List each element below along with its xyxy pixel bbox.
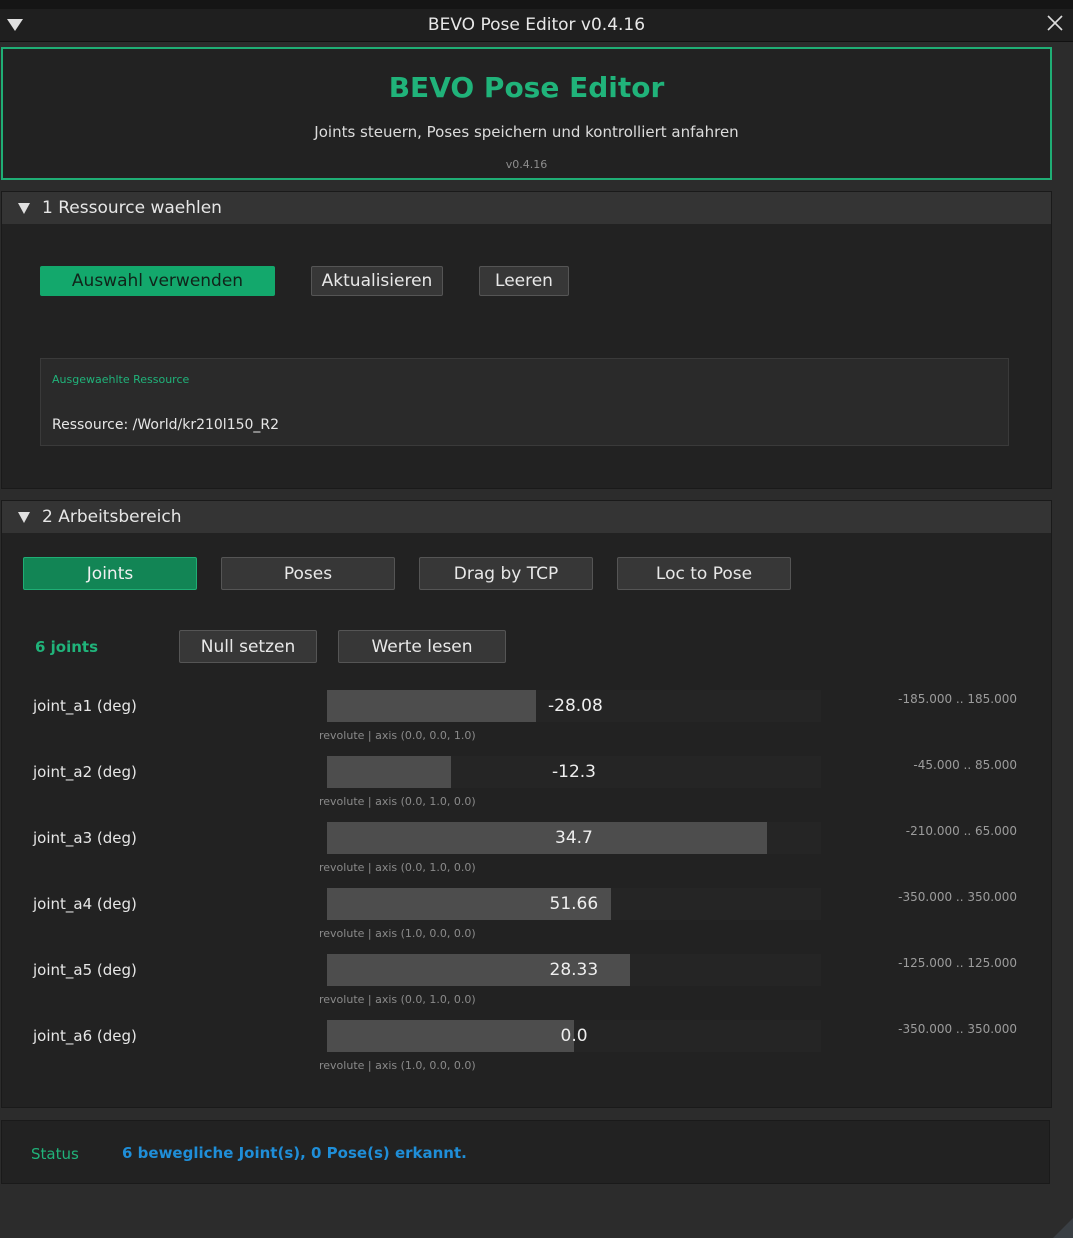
joint-range: -45.000 .. 85.000	[913, 758, 1017, 772]
tab-joints[interactable]: Joints	[23, 557, 197, 590]
joint-value: 28.33	[549, 960, 599, 980]
joint-info: revolute | axis (0.0, 0.0, 1.0)	[319, 729, 476, 742]
selected-resource-value: Ressource: /World/kr210l150_R2	[52, 417, 280, 433]
window-title: BEVO Pose Editor v0.4.16	[427, 15, 646, 35]
tab-poses[interactable]: Poses	[221, 557, 395, 590]
joint-slider-fill	[327, 1020, 574, 1052]
joint-info: revolute | axis (0.0, 1.0, 0.0)	[319, 861, 476, 874]
header-panel: BEVO Pose Editor Joints steuern, Poses s…	[1, 47, 1052, 180]
joint-slider[interactable]: 0.0	[327, 1020, 821, 1052]
app-subtitle: Joints steuern, Poses speichern und kont…	[314, 123, 739, 141]
close-icon[interactable]	[1046, 14, 1064, 32]
read-values-button[interactable]: Werte lesen	[338, 630, 506, 663]
joint-label: joint_a6 (deg)	[33, 1027, 137, 1045]
joint-label: joint_a4 (deg)	[33, 895, 137, 913]
use-selection-button[interactable]: Auswahl verwenden	[40, 266, 275, 296]
joint-slider-fill	[327, 756, 451, 788]
joint-label: joint_a5 (deg)	[33, 961, 137, 979]
joint-range: -350.000 .. 350.000	[898, 1022, 1017, 1036]
section-workspace: 2 Arbeitsbereich	[1, 500, 1052, 1108]
collapse-arrow-icon[interactable]	[18, 203, 30, 214]
selected-resource-box: Ausgewaehlte Ressource Ressource: /World…	[40, 358, 1009, 446]
joint-value: 34.7	[555, 828, 593, 848]
joint-info: revolute | axis (1.0, 0.0, 0.0)	[319, 1059, 476, 1072]
section-resource-header[interactable]: 1 Ressource waehlen	[2, 192, 1051, 224]
title-bar: BEVO Pose Editor v0.4.16	[0, 9, 1073, 42]
app-title: BEVO Pose Editor	[388, 71, 665, 104]
app-version: v0.4.16	[505, 158, 548, 171]
section-workspace-header[interactable]: 2 Arbeitsbereich	[2, 501, 1051, 533]
joint-count: 6 joints	[35, 638, 99, 656]
status-label: Status	[31, 1145, 79, 1163]
joint-value: -12.3	[552, 762, 596, 782]
selected-resource-heading: Ausgewaehlte Ressource	[52, 373, 190, 386]
status-bar: Status 6 bewegliche Joint(s), 0 Pose(s) …	[1, 1120, 1050, 1184]
joint-slider[interactable]: -12.3	[327, 756, 821, 788]
joint-range: -350.000 .. 350.000	[898, 890, 1017, 904]
joint-range: -210.000 .. 65.000	[905, 824, 1017, 838]
joint-info: revolute | axis (1.0, 0.0, 0.0)	[319, 927, 476, 940]
joint-value: 51.66	[549, 894, 599, 914]
joint-info: revolute | axis (0.0, 1.0, 0.0)	[319, 993, 476, 1006]
joint-value: 0.0	[560, 1026, 588, 1046]
tab-drag-by-tcp[interactable]: Drag by TCP	[419, 557, 593, 590]
clear-button[interactable]: Leeren	[479, 266, 569, 296]
top-strip	[0, 0, 1073, 9]
zero-button[interactable]: Null setzen	[179, 630, 317, 663]
section-workspace-title: 2 Arbeitsbereich	[42, 507, 182, 527]
status-text: 6 bewegliche Joint(s), 0 Pose(s) erkannt…	[122, 1144, 467, 1162]
joint-slider-fill	[327, 822, 767, 854]
joint-range: -125.000 .. 125.000	[898, 956, 1017, 970]
joint-value: -28.08	[548, 696, 603, 716]
joint-label: joint_a2 (deg)	[33, 763, 137, 781]
joint-label: joint_a3 (deg)	[33, 829, 137, 847]
tab-loc-to-pose[interactable]: Loc to Pose	[617, 557, 791, 590]
refresh-button[interactable]: Aktualisieren	[311, 266, 443, 296]
resize-grip-icon[interactable]	[1051, 1214, 1073, 1238]
joint-slider[interactable]: -28.08	[327, 690, 821, 722]
joint-info: revolute | axis (0.0, 1.0, 0.0)	[319, 795, 476, 808]
joint-slider[interactable]: 51.66	[327, 888, 821, 920]
joint-slider[interactable]: 34.7	[327, 822, 821, 854]
joint-slider-fill	[327, 690, 536, 722]
joint-label: joint_a1 (deg)	[33, 697, 137, 715]
collapse-arrow-icon[interactable]	[18, 512, 30, 523]
joint-slider[interactable]: 28.33	[327, 954, 821, 986]
section-resource-title: 1 Ressource waehlen	[42, 198, 222, 218]
joint-range: -185.000 .. 185.000	[898, 692, 1017, 706]
